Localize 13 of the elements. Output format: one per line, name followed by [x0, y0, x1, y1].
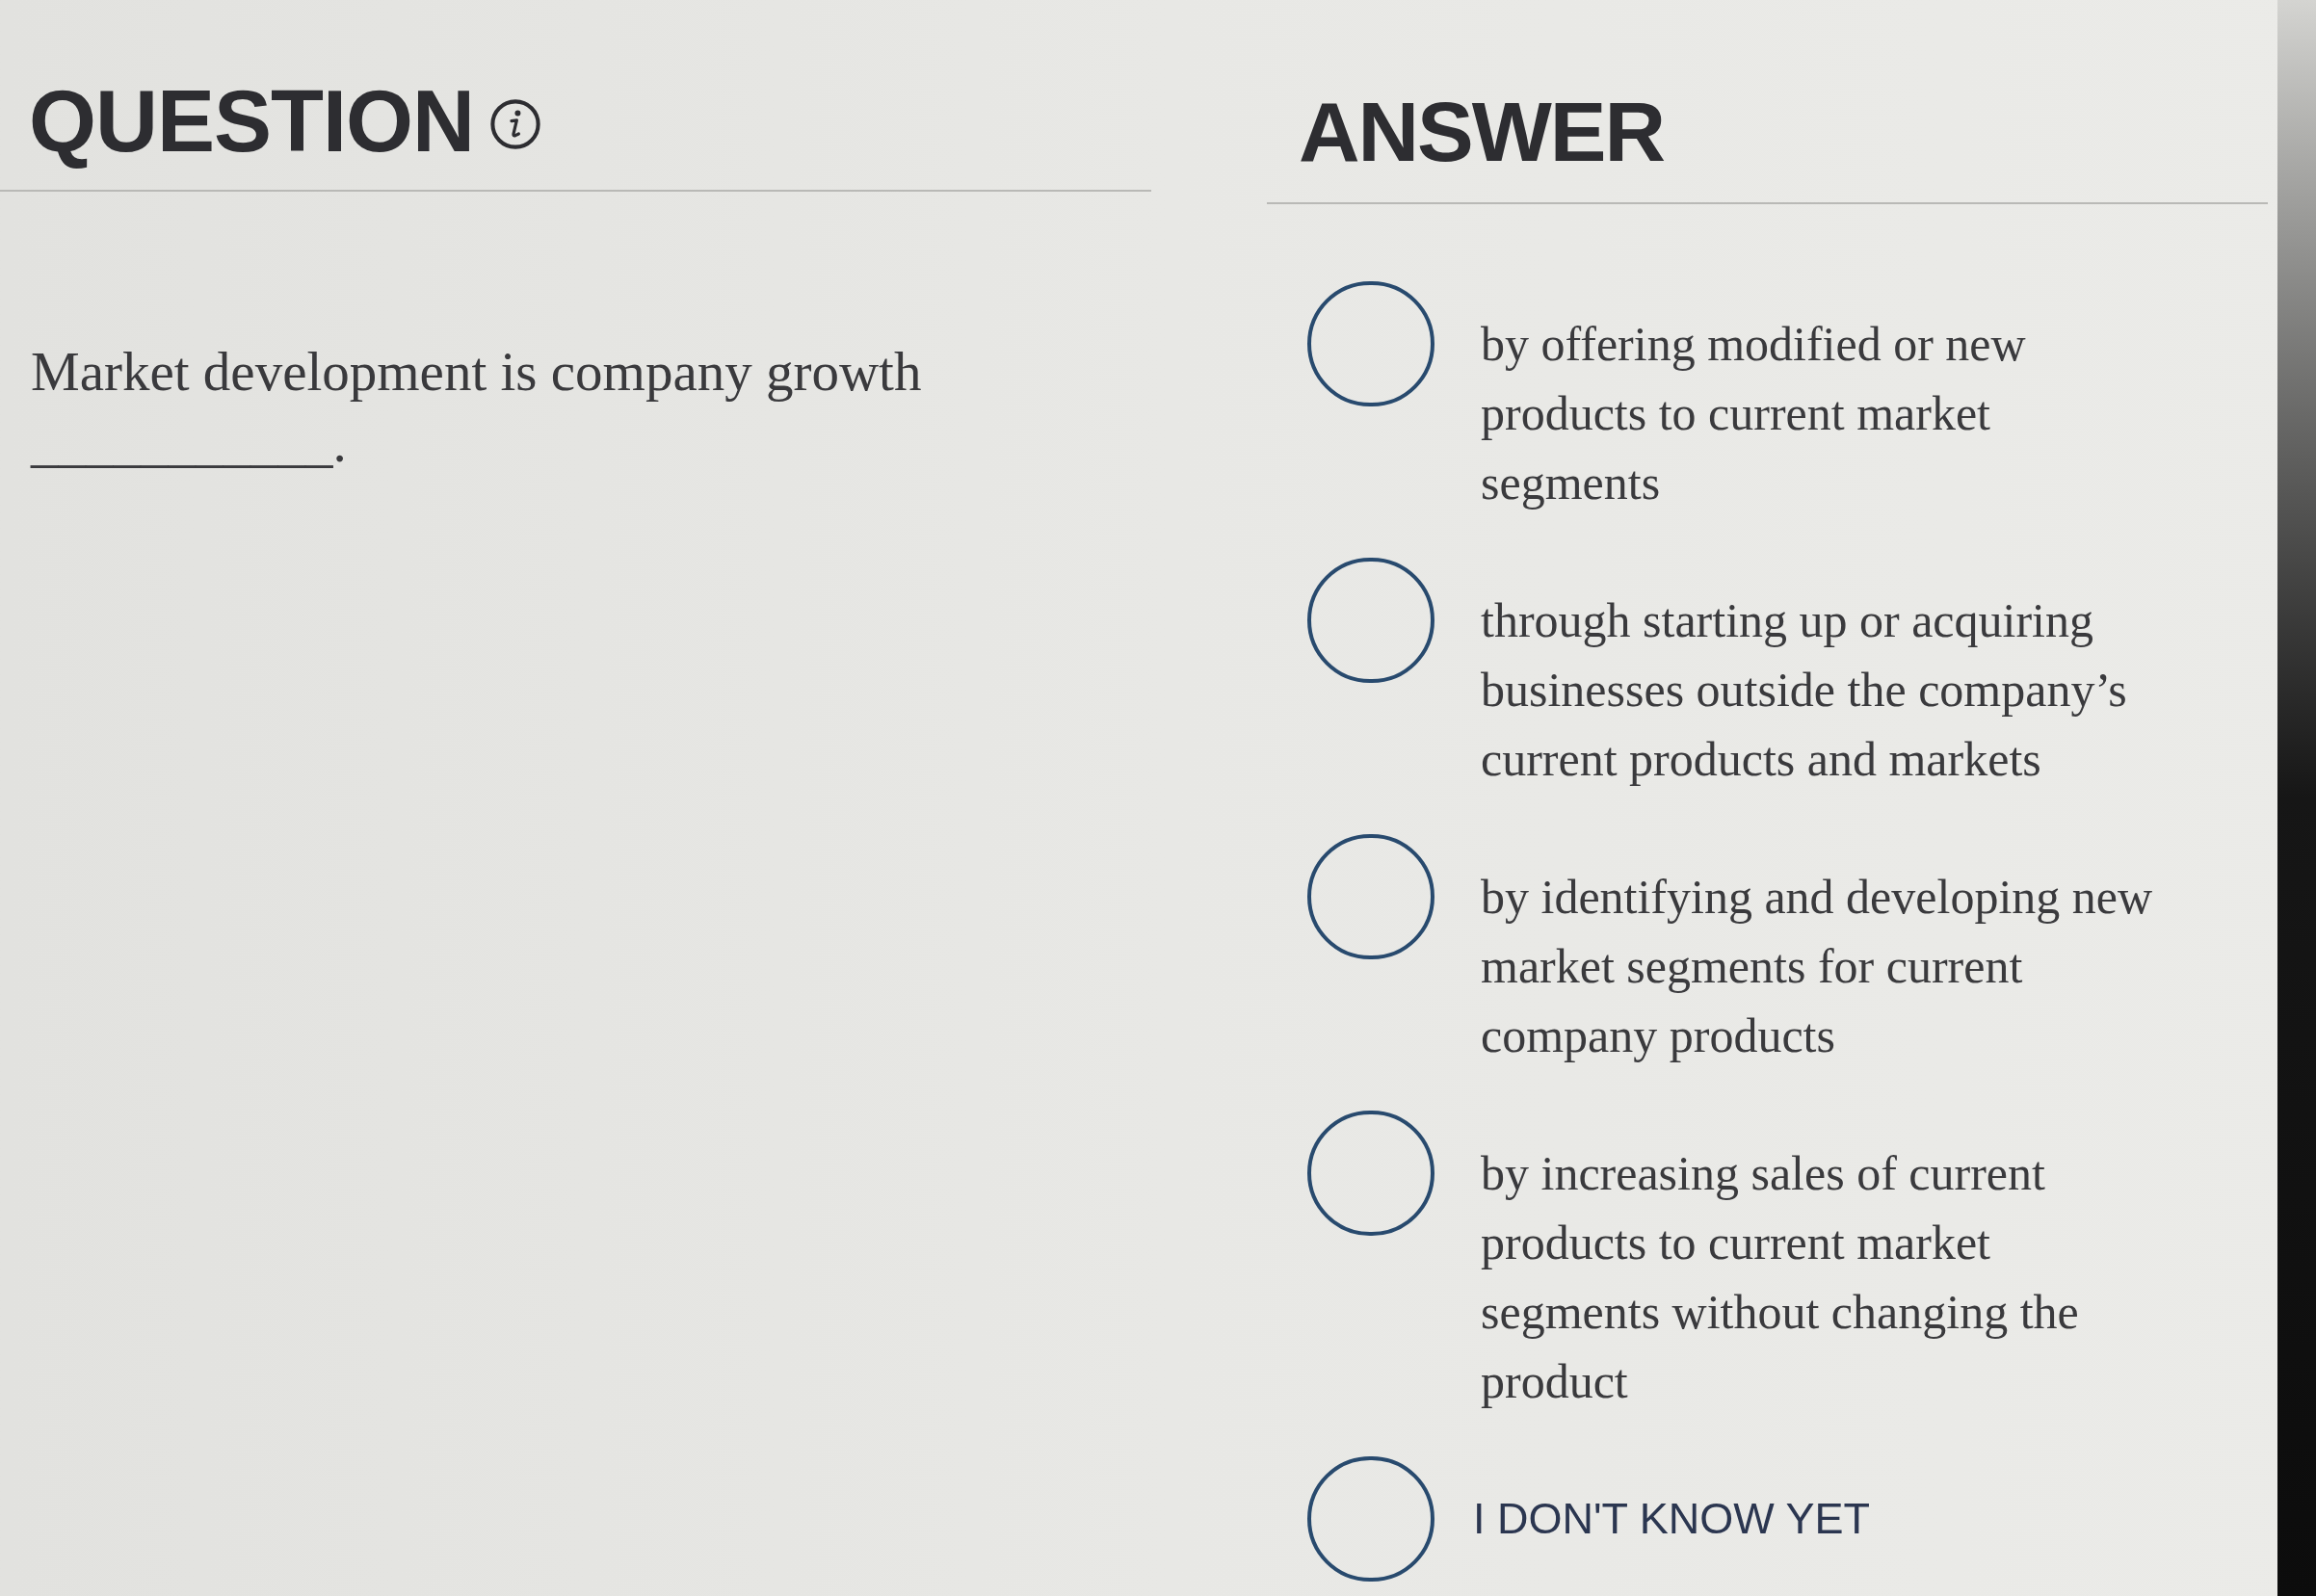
option-text: I DON'T KNOW YET	[1473, 1493, 1870, 1545]
option-text: by identifying and developing new market segments for current company products	[1481, 869, 2154, 1064]
option-text: by offering modified or new products to current market segments	[1481, 316, 2027, 511]
question-text: Market development is company growth ___________.	[31, 340, 923, 475]
info-icon[interactable]	[489, 98, 542, 150]
option-text: by increasing sales of current products to current market segments without changing the product	[1481, 1145, 2080, 1410]
radio-button[interactable]	[1307, 281, 1434, 406]
radio-button[interactable]	[1307, 1456, 1434, 1582]
option-text: through starting up or acquiring businesses outside the company’s current products and markets	[1481, 592, 2128, 788]
radio-button[interactable]	[1307, 1111, 1434, 1236]
answer-heading: ANSWER	[1299, 89, 1666, 175]
radio-button[interactable]	[1307, 834, 1434, 959]
radio-button[interactable]	[1307, 558, 1434, 683]
